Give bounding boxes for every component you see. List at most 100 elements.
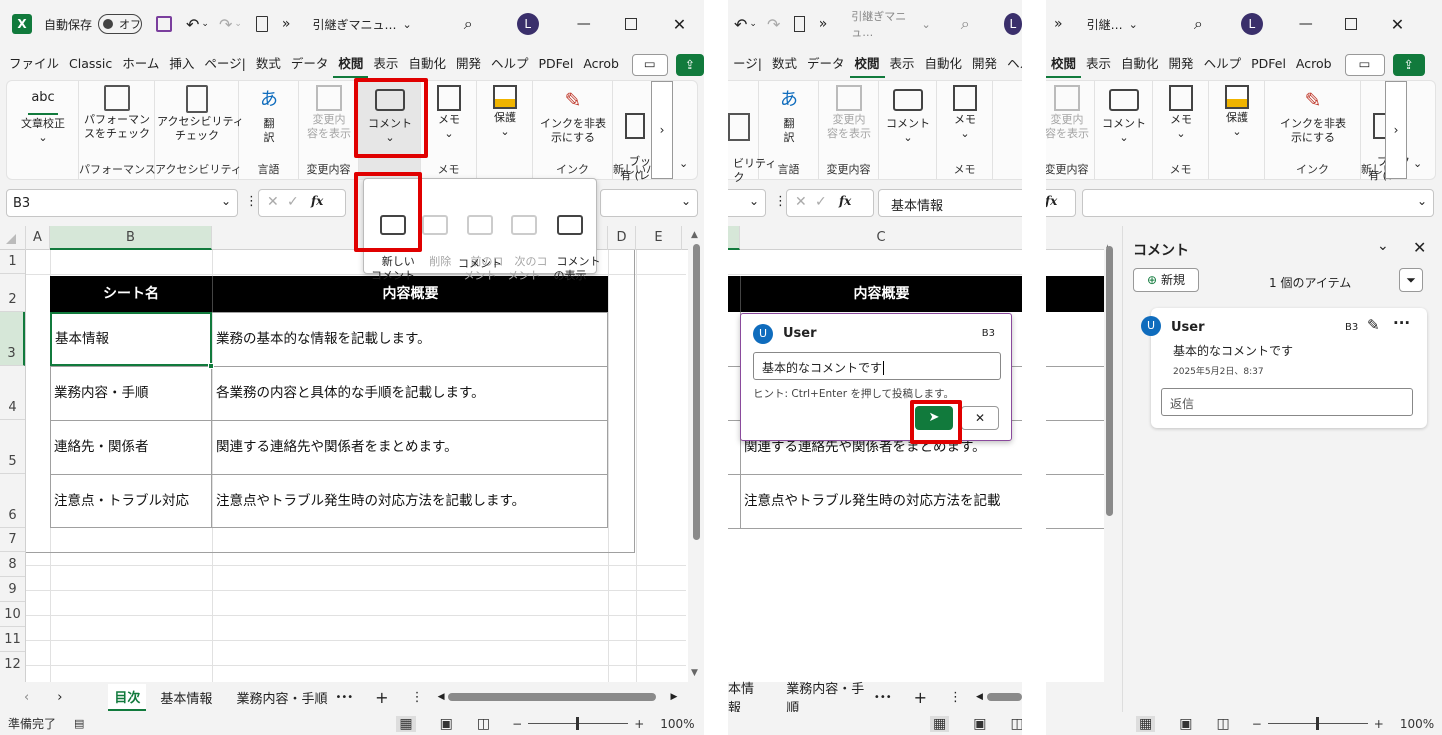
tab-review[interactable]: 校閲 [1046, 52, 1082, 78]
zoom-out-icon[interactable]: − [512, 717, 522, 731]
tab-bar-more-icon[interactable]: ⋮ [949, 690, 962, 705]
collapse-ribbon-icon[interactable]: ⌄ [1413, 157, 1422, 170]
search-icon[interactable]: ⌕ [961, 14, 970, 34]
comment-input[interactable]: 基本的なコメントです [753, 352, 1001, 380]
show-changes-button[interactable]: 変更内 容を表示 [1046, 85, 1093, 141]
tab-automate[interactable]: 自動化 [920, 52, 968, 78]
new-document-icon[interactable] [255, 16, 268, 32]
zoom-level[interactable]: 100% [1400, 717, 1434, 731]
save-icon[interactable] [156, 16, 173, 32]
formula-expand-icon[interactable]: ⌄ [681, 194, 691, 208]
scroll-up-icon[interactable]: ▲ [691, 230, 698, 240]
tab-formulas[interactable]: 数式 [767, 52, 802, 78]
horizontal-scroll-thumb[interactable] [986, 693, 1022, 701]
sheet-tab-basic-info[interactable]: 基本情報 [160, 688, 212, 707]
normal-view-icon[interactable]: ▦ [396, 715, 416, 732]
show-changes-button[interactable]: 変更内 容を表示 [301, 85, 357, 141]
minimize-icon[interactable]: — [577, 16, 591, 32]
row-header-3[interactable]: 3 [0, 312, 25, 366]
insert-function-icon[interactable]: fx [1046, 194, 1057, 208]
zoom-out-icon[interactable]: − [1252, 717, 1262, 731]
cell-b6[interactable]: 注意点・トラブル対応 [50, 474, 212, 528]
title-dropdown-icon[interactable]: ⌄ [921, 18, 930, 31]
row-header-11[interactable]: 11 [0, 627, 25, 652]
row-header-10[interactable]: 10 [0, 602, 25, 627]
add-sheet-button[interactable]: + [914, 688, 927, 707]
zoom-slider[interactable] [1267, 717, 1368, 730]
more-sheets-icon[interactable]: ••• [335, 692, 353, 703]
share-button[interactable]: ⇪ [675, 54, 704, 76]
col-header-b[interactable]: B [50, 226, 212, 250]
cell-c3[interactable]: 業務の基本的な情報を記載します。 [212, 312, 608, 366]
check-performance-button[interactable]: パフォーマン スをチェック [81, 85, 153, 141]
maximize-icon[interactable] [624, 18, 637, 30]
scroll-left-icon[interactable]: ◀ [976, 692, 983, 702]
maximize-icon[interactable] [1344, 18, 1357, 30]
translate-button[interactable]: あ 翻 訳 [765, 85, 813, 145]
normal-view-icon[interactable]: ▦ [1136, 715, 1156, 732]
row-header-2[interactable]: 2 [0, 274, 25, 312]
more-commands-icon[interactable]: » [819, 16, 828, 32]
undo-icon[interactable]: ↶ [734, 15, 747, 34]
avatar[interactable]: L [1003, 13, 1022, 35]
hide-ink-button[interactable]: ✎ インクを非表 示にする [535, 85, 611, 145]
protect-button[interactable]: 保護 ⌄ [1215, 85, 1259, 139]
share-workbook-button[interactable]: ブック 有 (レ [615, 85, 662, 197]
zoom-in-icon[interactable]: + [1374, 717, 1384, 731]
scroll-left-icon[interactable]: ◀ [438, 692, 445, 702]
row-header-4[interactable]: 4 [0, 366, 25, 420]
formula-input[interactable]: 基本情報 [878, 189, 1022, 217]
minimize-icon[interactable]: — [1299, 16, 1313, 32]
new-comment-button[interactable]: ⊕ 新規 [1133, 268, 1199, 292]
ribbon-scroll-right-icon[interactable]: › [1385, 81, 1407, 179]
confirm-formula-icon[interactable]: ✓ [815, 194, 827, 210]
spelling-button[interactable]: abc 文章校正 ⌄ [13, 85, 73, 145]
search-icon[interactable]: ⌕ [1194, 14, 1203, 34]
vertical-scrollbar[interactable]: ▲ ▼ [688, 226, 704, 682]
row-header-7[interactable]: 7 [0, 528, 25, 552]
filter-button[interactable]: ⏷ [1399, 268, 1423, 292]
avatar[interactable]: L [516, 13, 539, 35]
memo-button[interactable]: メモ ⌄ [943, 85, 987, 141]
row-header-12[interactable]: 12 [0, 652, 25, 677]
more-commands-icon[interactable]: » [1054, 16, 1063, 32]
sheet-tab-index[interactable]: 目次 [108, 683, 147, 711]
redo-dropdown-icon[interactable]: ⌄ [234, 19, 242, 29]
col-header-c[interactable]: C [740, 226, 1022, 250]
tab-review[interactable]: 校閲 [849, 52, 885, 78]
tab-developer[interactable]: 開発 [967, 52, 1002, 78]
document-title[interactable]: 引継ぎマニュ… [313, 16, 397, 33]
protect-button[interactable]: 保護 ⌄ [483, 85, 527, 139]
zoom-slider[interactable] [528, 717, 629, 730]
title-dropdown-icon[interactable]: ⌄ [1129, 18, 1138, 31]
tab-pdfelement[interactable]: PDFel [533, 52, 578, 78]
more-commands-icon[interactable]: » [282, 16, 291, 32]
tab-formulas[interactable]: 数式 [251, 52, 286, 78]
sheet-tab-basic-info[interactable]: 本情報 [728, 678, 762, 716]
page-layout-icon[interactable]: ▣ [973, 716, 986, 732]
title-dropdown-icon[interactable]: ⌄ [403, 18, 412, 31]
tab-developer[interactable]: 開発 [1164, 52, 1199, 78]
tab-help[interactable]: ヘルプ [486, 52, 534, 78]
avatar[interactable]: L [1240, 13, 1263, 35]
scrollbar-thumb[interactable] [1106, 246, 1113, 516]
vertical-scroll-thumb[interactable] [693, 244, 700, 540]
redo-icon[interactable]: ↷ [219, 15, 232, 34]
cancel-formula-icon[interactable]: ✕ [267, 194, 279, 210]
tab-insert[interactable]: 挿入 [164, 52, 199, 78]
page-break-icon[interactable]: ◫ [1216, 716, 1229, 732]
comment-button[interactable]: コメント ⌄ [1097, 85, 1151, 145]
undo-icon[interactable]: ↶ [186, 15, 199, 34]
collapse-ribbon-icon[interactable]: ⌄ [679, 157, 688, 170]
tab-classic[interactable]: Classic [64, 52, 117, 78]
previous-comment-button[interactable]: 前のコ メント [460, 183, 504, 297]
tab-view[interactable]: 表示 [885, 52, 920, 78]
select-all-icon[interactable] [6, 234, 16, 244]
search-icon[interactable]: ⌕ [464, 14, 473, 34]
next-comment-button[interactable]: 次のコ メント [504, 183, 548, 297]
translate-button[interactable]: あ 翻 訳 [245, 85, 293, 145]
confirm-formula-icon[interactable]: ✓ [287, 194, 299, 210]
page-break-icon[interactable]: ◫ [477, 716, 490, 732]
row-header-9[interactable]: 9 [0, 577, 25, 602]
chevron-down-icon[interactable]: ⌄ [1377, 238, 1389, 254]
